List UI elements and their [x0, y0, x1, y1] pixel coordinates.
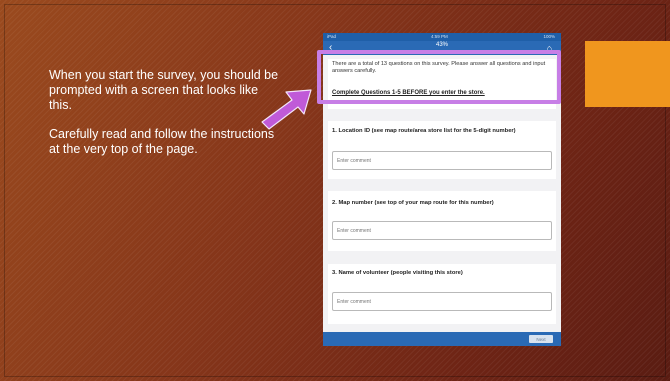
question-card-1: 1. Location ID (see map route/area store…: [328, 121, 556, 179]
status-carrier: iPad: [327, 34, 337, 39]
question-card-2: 2. Map number (see top of your map route…: [328, 191, 556, 251]
survey-bottom-bar: Next: [323, 332, 561, 346]
instruction-paragraph-1: When you start the survey, you should be…: [49, 68, 279, 112]
question-1-label: 1. Location ID (see map route/area store…: [332, 128, 516, 134]
progress-label: 43%: [435, 42, 448, 48]
question-2-input[interactable]: [332, 221, 552, 240]
question-2-label: 2. Map number (see top of your map route…: [332, 200, 494, 206]
status-battery: 100%: [543, 34, 555, 39]
question-card-3: 3. Name of volunteer (people visiting th…: [328, 264, 556, 324]
question-3-input[interactable]: [332, 292, 552, 311]
status-bar: iPad 4:59 PM 100%: [323, 33, 561, 41]
pointer-arrow-icon: [261, 89, 312, 130]
slide-body-text: When you start the survey, you should be…: [49, 68, 279, 171]
accent-box: [585, 41, 670, 107]
slide-background: When you start the survey, you should be…: [0, 0, 670, 381]
question-3-label: 3. Name of volunteer (people visiting th…: [332, 270, 463, 276]
status-time: 4:59 PM: [431, 34, 448, 39]
instruction-highlight-box: [317, 50, 561, 104]
question-1-input[interactable]: [332, 151, 552, 170]
next-button[interactable]: Next: [529, 335, 553, 343]
instruction-paragraph-2: Carefully read and follow the instructio…: [49, 127, 275, 156]
